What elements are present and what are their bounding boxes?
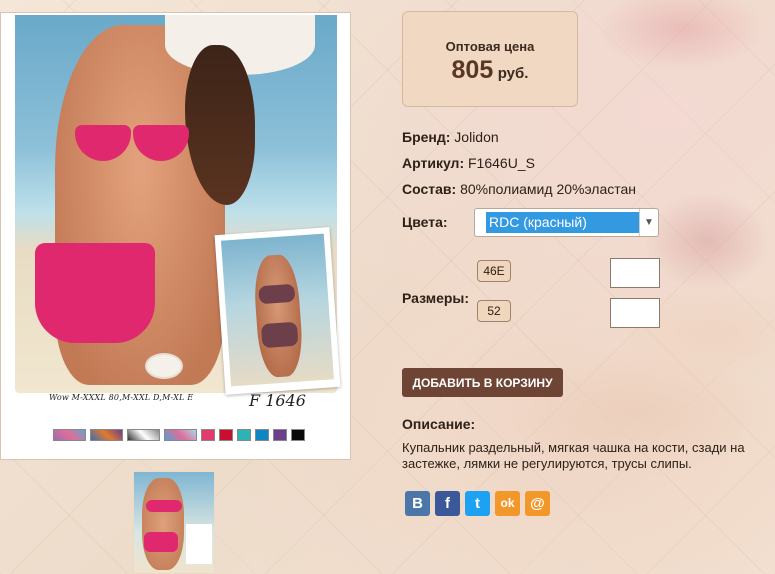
colors-label: Цвета: bbox=[402, 214, 448, 230]
color-swatch bbox=[273, 429, 287, 441]
price-currency: руб. bbox=[497, 65, 529, 82]
model-number: F 1646 bbox=[249, 391, 306, 410]
size-button-52[interactable]: 52 bbox=[477, 300, 511, 322]
size-button-46e[interactable]: 46E bbox=[477, 260, 511, 282]
composition-row: Состав: 80%полиамид 20%эластан bbox=[402, 181, 636, 197]
color-swatch bbox=[291, 429, 305, 441]
facebook-icon[interactable]: f bbox=[435, 491, 460, 516]
share-buttons: B f t ok @ bbox=[405, 491, 550, 516]
price-label: Оптовая цена bbox=[445, 39, 535, 54]
price-box: Оптовая цена 805 руб. bbox=[402, 11, 578, 107]
price-line: 805 руб. bbox=[403, 56, 577, 85]
description-label: Описание: bbox=[402, 416, 476, 432]
color-selected-option[interactable]: RDC (красный) bbox=[486, 212, 640, 233]
pattern-swatch bbox=[90, 429, 123, 441]
article-row: Артикул: F1646U_S bbox=[402, 155, 535, 171]
odnoklassniki-icon[interactable]: ok bbox=[495, 491, 520, 516]
add-to-cart-button[interactable]: ДОБАВИТЬ В КОРЗИНУ bbox=[402, 368, 563, 397]
brand-value: Jolidon bbox=[454, 129, 499, 145]
color-swatch bbox=[255, 429, 269, 441]
bikini-bottom bbox=[35, 243, 155, 343]
pattern-swatch bbox=[164, 429, 197, 441]
color-swatch bbox=[201, 429, 215, 441]
inset-photo bbox=[214, 227, 341, 395]
composition-label: Состав: bbox=[402, 181, 457, 197]
description-text: Купальник раздельный, мягкая чашка на ко… bbox=[402, 440, 745, 471]
article-label: Артикул: bbox=[402, 155, 465, 171]
mail-icon[interactable]: @ bbox=[525, 491, 550, 516]
brand-label: Бренд: bbox=[402, 129, 451, 145]
vk-icon[interactable]: B bbox=[405, 491, 430, 516]
product-main-image[interactable]: Wow M-XXXL 80,M-XXL D,M-XL E F 1646 bbox=[0, 12, 351, 460]
quantity-input-46e[interactable] bbox=[610, 258, 660, 288]
product-thumbnail[interactable] bbox=[133, 471, 215, 574]
price-value: 805 bbox=[451, 56, 494, 84]
article-value: F1646U_S bbox=[468, 155, 535, 171]
quantity-input-52[interactable] bbox=[610, 298, 660, 328]
pattern-swatch bbox=[127, 429, 160, 441]
color-swatch bbox=[237, 429, 251, 441]
color-swatch-row bbox=[53, 429, 305, 441]
bracelet bbox=[145, 353, 183, 379]
size-caption: Wow M-XXXL 80,M-XXL D,M-XL E bbox=[49, 393, 194, 402]
chevron-down-icon[interactable]: ▼ bbox=[639, 209, 658, 236]
composition-value: 80%полиамид 20%эластан bbox=[460, 181, 637, 197]
brand-row: Бренд: Jolidon bbox=[402, 129, 499, 145]
twitter-icon[interactable]: t bbox=[465, 491, 490, 516]
color-select[interactable]: RDC (красный) ▼ bbox=[474, 208, 659, 237]
sizes-label: Размеры: bbox=[402, 290, 470, 306]
color-swatch bbox=[219, 429, 233, 441]
pattern-swatch bbox=[53, 429, 86, 441]
